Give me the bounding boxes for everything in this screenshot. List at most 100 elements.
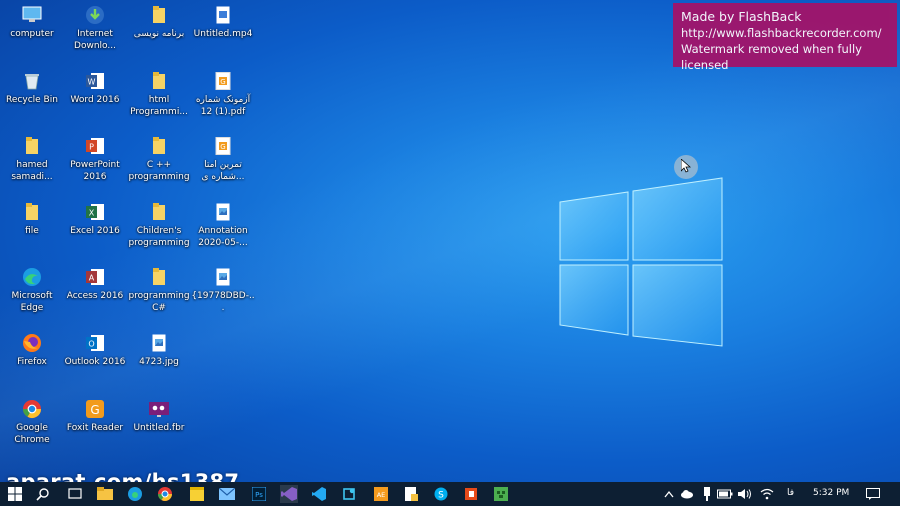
flashback-watermark: Made by FlashBack http://www.flashbackre… bbox=[673, 3, 897, 72]
taskbar-skype[interactable]: S bbox=[432, 485, 450, 503]
desktop-icon[interactable]: برنامه نویسی bbox=[128, 2, 190, 64]
desktop-icon[interactable]: O Outlook 2016 bbox=[64, 330, 126, 392]
word-icon: W bbox=[84, 70, 106, 92]
desktop-icon-label: PowerPoint 2016 bbox=[70, 160, 120, 182]
watermark-note: Watermark removed when fully licensed bbox=[681, 42, 862, 72]
folder-icon bbox=[21, 201, 43, 223]
desktop-icon[interactable]: Untitled.fbr bbox=[128, 396, 190, 458]
desktop-icon[interactable]: programming C# bbox=[128, 264, 190, 326]
desktop-icon[interactable]: file bbox=[1, 199, 63, 261]
svg-text:Ps: Ps bbox=[255, 491, 263, 499]
taskbar-chrome[interactable] bbox=[156, 485, 174, 503]
desktop-icon-label: برنامه نویسی bbox=[133, 29, 185, 39]
desktop-icon-label: Outlook 2016 bbox=[64, 357, 126, 367]
taskbar-mail[interactable] bbox=[218, 485, 236, 503]
tray-onedrive[interactable] bbox=[678, 485, 696, 503]
desktop-icon[interactable]: G تمرین امتا شماره ی... bbox=[192, 133, 254, 195]
action-center-button[interactable] bbox=[864, 485, 882, 503]
folder-icon bbox=[148, 266, 170, 288]
tray-volume[interactable] bbox=[736, 485, 754, 503]
edge-icon bbox=[128, 487, 142, 501]
desktop-icon[interactable]: Internet Downlo... bbox=[64, 2, 126, 64]
desktop-icon[interactable]: C ++ programming bbox=[128, 133, 190, 195]
desktop-icon-label: Google Chrome bbox=[14, 423, 50, 445]
task-view-button[interactable] bbox=[66, 485, 84, 503]
desktop-icon[interactable]: X Excel 2016 bbox=[64, 199, 126, 261]
windows-start-icon bbox=[8, 487, 22, 501]
outlook-icon: O bbox=[84, 332, 106, 354]
video-file-icon bbox=[212, 4, 234, 26]
desktop-icon-label: programming C# bbox=[128, 291, 190, 313]
desktop-icon-label: تمرین امتا شماره ی... bbox=[201, 160, 245, 182]
tray-battery[interactable] bbox=[716, 485, 734, 503]
desktop-icon[interactable]: html Programmi... bbox=[128, 68, 190, 130]
folder-icon bbox=[148, 4, 170, 26]
desktop-icon[interactable]: Untitled.mp4 bbox=[192, 2, 254, 64]
computer-icon bbox=[21, 4, 43, 26]
watermark-url: http://www.flashbackrecorder.com/ bbox=[681, 26, 882, 40]
mail-icon bbox=[219, 488, 235, 500]
desktop-icon[interactable]: Google Chrome bbox=[1, 396, 63, 458]
desktop-icon-label: {19778DBD-... bbox=[191, 291, 255, 313]
pdf-icon: G bbox=[212, 70, 234, 92]
svg-text:G: G bbox=[220, 143, 225, 151]
visual-studio-icon bbox=[281, 487, 297, 501]
taskbar-notepad[interactable] bbox=[402, 485, 420, 503]
clock-time[interactable]: 5:32 PM bbox=[813, 488, 849, 498]
taskbar-ae[interactable]: AE bbox=[372, 485, 390, 503]
desktop-icon[interactable]: Microsoft Edge bbox=[1, 264, 63, 326]
desktop-icon[interactable]: P PowerPoint 2016 bbox=[64, 133, 126, 195]
tray-chevron[interactable] bbox=[660, 485, 678, 503]
desktop-icon[interactable]: Children's programming bbox=[128, 199, 190, 261]
taskbar-sticky-notes[interactable] bbox=[188, 485, 206, 503]
taskbar-app[interactable] bbox=[340, 485, 358, 503]
desktop-icon[interactable]: Annotation 2020-05-... bbox=[192, 199, 254, 261]
sticky-notes-icon bbox=[190, 487, 204, 501]
access-icon: A bbox=[84, 266, 106, 288]
desktop-icon[interactable]: {19778DBD-... bbox=[191, 264, 255, 326]
desktop-icon-label: Children's programming bbox=[128, 226, 190, 248]
tray-usb[interactable] bbox=[698, 485, 716, 503]
taskbar-file-explorer[interactable] bbox=[96, 485, 114, 503]
taskbar-office[interactable] bbox=[462, 485, 480, 503]
desktop-icon[interactable]: hamed samadi... bbox=[1, 133, 63, 195]
chrome-icon bbox=[21, 398, 43, 420]
desktop-icon-label: Untitled.mp4 bbox=[193, 29, 253, 39]
desktop-icon[interactable]: Firefox bbox=[1, 330, 63, 392]
svg-text:AE: AE bbox=[377, 491, 386, 499]
desktop-icon[interactable]: Recycle Bin bbox=[1, 68, 63, 130]
start-button[interactable] bbox=[6, 485, 24, 503]
watermark-title: Made by FlashBack bbox=[681, 9, 802, 24]
desktop-icon[interactable]: W Word 2016 bbox=[64, 68, 126, 130]
skype-icon: S bbox=[434, 487, 448, 501]
taskbar-photoshop[interactable]: Ps bbox=[250, 485, 268, 503]
folder-icon bbox=[21, 135, 43, 157]
cloud-icon bbox=[681, 490, 693, 499]
search-icon bbox=[36, 488, 49, 501]
svg-text:W: W bbox=[88, 78, 96, 87]
tray-wifi[interactable] bbox=[758, 485, 776, 503]
taskbar-visual-studio[interactable] bbox=[280, 485, 298, 503]
taskbar-minecraft[interactable] bbox=[492, 485, 510, 503]
desktop-icon[interactable]: A Access 2016 bbox=[64, 264, 126, 326]
desktop-icon-label: C ++ programming bbox=[128, 160, 190, 182]
language-indicator[interactable]: فا bbox=[787, 488, 794, 498]
svg-text:G: G bbox=[220, 78, 225, 86]
search-button[interactable] bbox=[34, 485, 52, 503]
taskbar-edge[interactable] bbox=[126, 485, 144, 503]
desktop-icon[interactable]: 4723.jpg bbox=[128, 330, 190, 392]
chevron-up-icon bbox=[664, 490, 674, 498]
edge-icon bbox=[21, 266, 43, 288]
svg-text:O: O bbox=[88, 340, 94, 349]
desktop-icon-label: Excel 2016 bbox=[70, 226, 120, 236]
desktop-icon[interactable]: computer bbox=[1, 2, 63, 64]
svg-text:A: A bbox=[89, 274, 95, 283]
desktop-icon[interactable]: G Foxit Reader bbox=[64, 396, 126, 458]
file-explorer-icon bbox=[97, 487, 113, 500]
minecraft-icon bbox=[494, 487, 508, 501]
desktop-icon-label: Word 2016 bbox=[70, 95, 120, 105]
notification-icon bbox=[866, 488, 880, 500]
taskbar-vscode[interactable] bbox=[310, 485, 328, 503]
windows-logo bbox=[559, 177, 723, 347]
desktop-icon[interactable]: G آزمونک شماره 12 (1).pdf bbox=[192, 68, 254, 130]
